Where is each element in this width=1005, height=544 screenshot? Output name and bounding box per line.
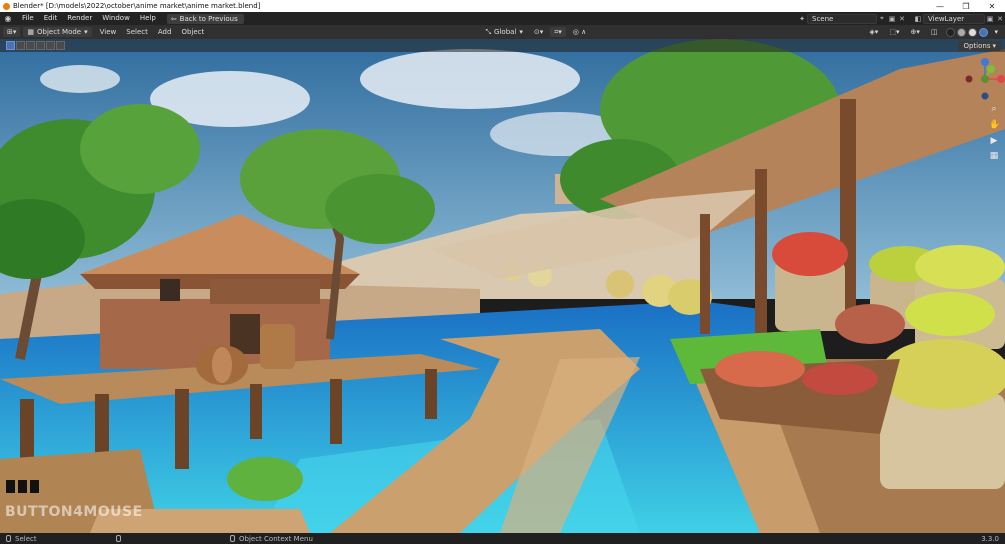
navigation-gizmo[interactable] <box>965 52 1005 112</box>
view-layer-close-icon[interactable]: ✕ <box>995 15 1005 23</box>
rendered-scene <box>0 39 1005 533</box>
top-menu-bar: ◉ File Edit Render Window Help ⇦ Back to… <box>0 12 1005 25</box>
mouse-left-icon <box>6 535 11 542</box>
back-arrow-icon: ⇦ <box>170 14 177 23</box>
scene-selector[interactable]: Scene <box>807 13 877 24</box>
view-layer-selector[interactable]: ViewLayer <box>923 13 985 24</box>
scene-close-icon[interactable]: ✕ <box>897 15 907 23</box>
menu-edit[interactable]: Edit <box>39 12 63 25</box>
mouse-middle-icon <box>116 535 121 542</box>
options-dropdown[interactable]: Options ▾ <box>958 40 1001 51</box>
scene-name: Scene <box>812 14 834 23</box>
visibility-button[interactable]: ◈▾ <box>865 27 882 37</box>
scene-pin-icon[interactable]: ⌖ <box>877 14 887 23</box>
viewport-menu-object[interactable]: Object <box>176 28 209 36</box>
menu-file[interactable]: File <box>17 12 39 25</box>
select-mode-intersect-icon[interactable] <box>56 41 65 50</box>
scene-icon[interactable]: ✦ <box>797 15 807 23</box>
y-axis-handle <box>987 65 995 73</box>
maximize-button[interactable]: ❐ <box>953 2 979 11</box>
watermark-text: BUTTON4MOUSE <box>5 504 143 520</box>
gizmo-toggle[interactable]: ⬚▾ <box>885 27 903 37</box>
pivot-point-button[interactable]: ⊙▾ <box>530 27 547 37</box>
3d-viewport[interactable] <box>0 39 1005 533</box>
wireframe-shading-button[interactable] <box>946 27 956 37</box>
status-context-menu-hint: Object Context Menu <box>239 534 313 543</box>
pan-hand-icon[interactable]: ✋ <box>989 120 1000 130</box>
select-box-tool-icon[interactable] <box>6 41 15 50</box>
proportional-edit-button[interactable]: ◎ ∧ <box>569 27 590 37</box>
editor-type-icon: ⊞▾ <box>7 28 17 36</box>
z-axis-handle <box>981 58 989 66</box>
watermark-logo <box>6 480 39 493</box>
status-bar: Select Object Context Menu 3.3.0 <box>0 533 1005 544</box>
viewport-menu-select[interactable]: Select <box>121 28 153 36</box>
close-button[interactable]: ✕ <box>979 2 1005 11</box>
blender-logo-icon <box>3 2 10 10</box>
mode-selector[interactable]: ▦ Object Mode ▾ <box>23 27 92 37</box>
snap-toggle[interactable]: ⌗▾ <box>550 27 566 37</box>
select-mode-invert-icon[interactable] <box>46 41 55 50</box>
chevron-down-icon: ▾ <box>84 28 88 36</box>
solid-shading-button[interactable] <box>957 27 967 37</box>
scene-new-icon[interactable]: ▣ <box>887 15 897 23</box>
select-mode-subtract-icon[interactable] <box>36 41 45 50</box>
shading-options-button[interactable]: ▾ <box>990 27 1002 37</box>
viewport-header: ⊞▾ ▦ Object Mode ▾ View Select Add Objec… <box>0 25 1005 39</box>
perspective-grid-icon[interactable]: ▦ <box>989 151 999 161</box>
menu-help[interactable]: Help <box>135 12 161 25</box>
minimize-button[interactable]: — <box>927 2 953 11</box>
object-mode-icon: ▦ <box>27 28 35 36</box>
neg-z-axis-handle <box>981 92 989 100</box>
mode-label: Object Mode <box>37 28 82 36</box>
xray-toggle[interactable]: ◫ <box>927 27 942 37</box>
back-to-previous-label: Back to Previous <box>179 14 238 23</box>
viewport-menu-add[interactable]: Add <box>153 28 177 36</box>
blender-version: 3.3.0 <box>981 534 999 543</box>
select-mode-new-icon[interactable] <box>16 41 25 50</box>
back-to-previous-button[interactable]: ⇦ Back to Previous <box>166 13 244 24</box>
menu-render[interactable]: Render <box>62 12 97 25</box>
camera-view-icon[interactable]: ▶ <box>989 136 999 146</box>
blender-menu-icon[interactable]: ◉ <box>2 14 14 24</box>
options-label: Options <box>963 41 991 50</box>
viewport-menu-view[interactable]: View <box>95 28 122 36</box>
editor-type-button[interactable]: ⊞▾ <box>3 27 21 37</box>
view-layer-name: ViewLayer <box>928 14 965 23</box>
neg-x-axis-handle <box>965 75 973 83</box>
overlay-toggle[interactable]: ⊕▾ <box>906 27 923 37</box>
neg-y-axis-handle <box>981 75 989 83</box>
axis-gizmo <box>965 58 1005 100</box>
view-layer-icon[interactable]: ◧ <box>913 15 923 23</box>
window-title: Blender* [D:\models\2022\october\anime m… <box>13 2 261 10</box>
view-layer-new-icon[interactable]: ▣ <box>985 15 995 23</box>
mouse-right-icon <box>230 535 235 542</box>
window-title-bar: Blender* [D:\models\2022\october\anime m… <box>0 0 1005 12</box>
select-mode-extend-icon[interactable] <box>26 41 35 50</box>
orientation-icon: ⤡ <box>485 27 492 36</box>
menu-window[interactable]: Window <box>97 12 135 25</box>
status-select-hint: Select <box>15 534 37 543</box>
viewport-tool-header: Options ▾ <box>0 39 1005 52</box>
zoom-icon[interactable]: ⌕ <box>989 104 999 114</box>
orientation-label: Global <box>494 28 517 36</box>
rendered-shading-button[interactable] <box>979 27 989 37</box>
transform-orientation-selector[interactable]: ⤡ Global ▾ <box>481 27 526 37</box>
chevron-down-icon: ▾ <box>992 41 996 50</box>
material-shading-button[interactable] <box>968 27 978 37</box>
chevron-down-icon: ▾ <box>519 28 523 36</box>
x-axis-handle <box>997 75 1005 83</box>
